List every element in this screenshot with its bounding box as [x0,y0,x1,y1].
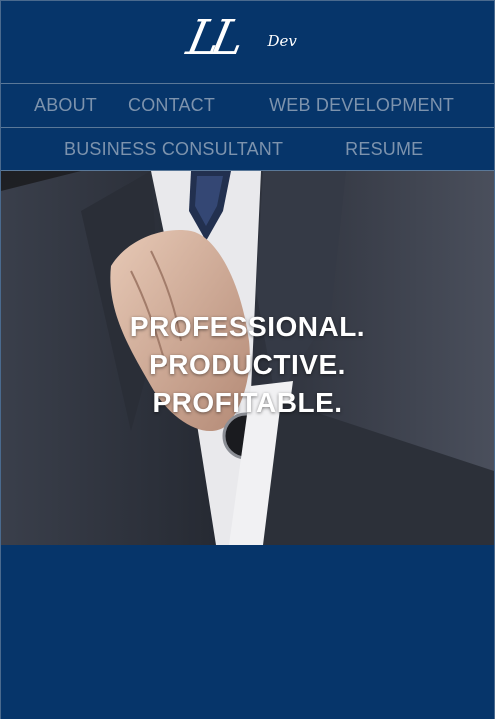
logo-initials: LL [181,10,242,66]
site-logo[interactable]: LL Dev [182,10,308,72]
site-header: LL Dev [1,1,494,83]
nav-row-secondary: BUSINESS CONSULTANT RESUME [1,127,494,171]
nav-contact[interactable]: CONTACT [128,95,215,116]
content-area [1,545,494,719]
hero-banner: PROFESSIONAL. PRODUCTIVE. PROFITABLE. [1,171,494,545]
logo-suffix: Dev [267,32,297,50]
page: LL Dev ABOUT CONTACT WEB DEVELOPMENT BUS… [0,0,495,719]
tagline-line-2: PRODUCTIVE. [149,349,346,380]
nav-business-consultant[interactable]: BUSINESS CONSULTANT [64,139,283,160]
nav-about[interactable]: ABOUT [34,95,97,116]
nav-resume[interactable]: RESUME [345,139,423,160]
tagline-line-1: PROFESSIONAL. [129,311,366,342]
nav-row-primary: ABOUT CONTACT WEB DEVELOPMENT [1,83,494,127]
tagline-line-3: PROFITABLE. [152,387,343,418]
nav-web-development[interactable]: WEB DEVELOPMENT [269,95,454,116]
hero-tagline: PROFESSIONAL. PRODUCTIVE. PROFITABLE. [1,308,494,422]
